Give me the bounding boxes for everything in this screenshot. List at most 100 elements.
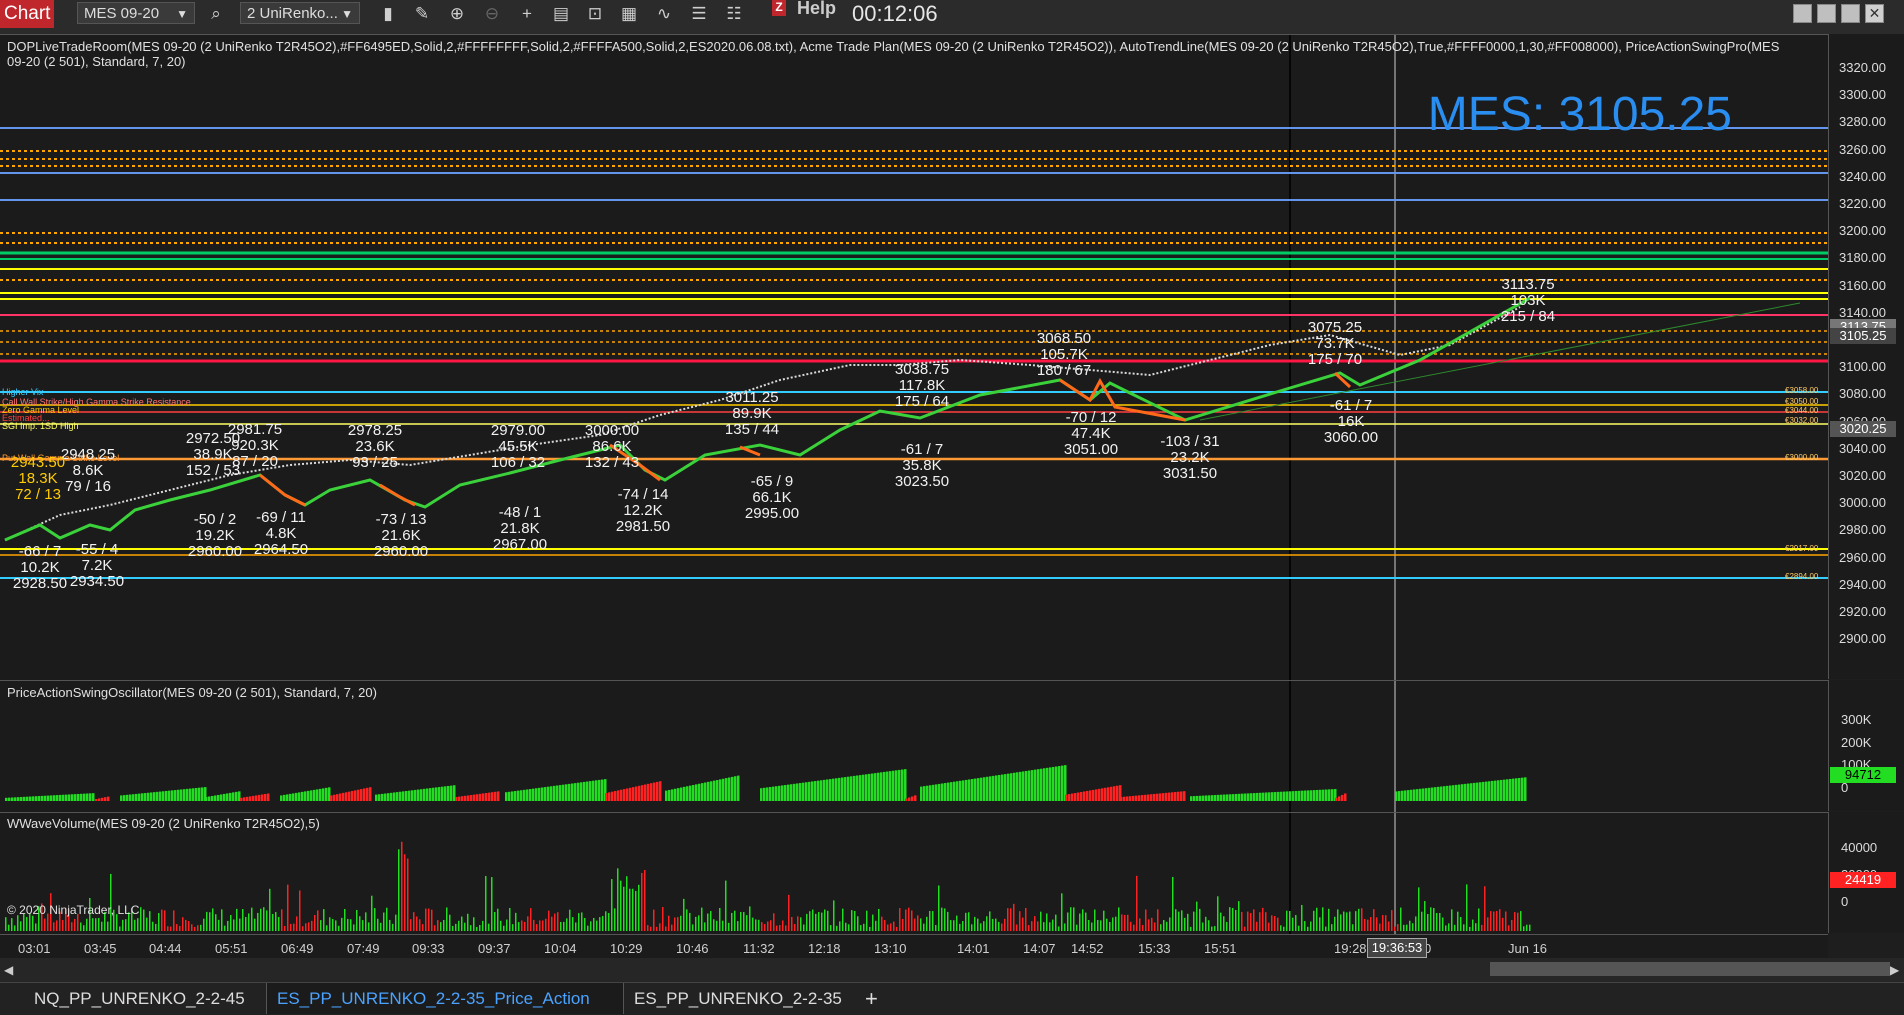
properties-icon[interactable]: ▤ [549, 3, 573, 25]
horizontal-scrollbar[interactable]: ◀ ▶ [0, 958, 1904, 982]
oscillator-bar [577, 782, 580, 801]
scroll-right-icon[interactable]: ▶ [1890, 963, 1899, 977]
volume-bar [845, 922, 847, 931]
oscillator-bar [141, 793, 144, 801]
tab-es[interactable]: ES_PP_UNRENKO_2-2-35 [624, 983, 856, 1014]
swing-label: 3113.75 103K 215 / 84 [1500, 276, 1556, 325]
oscillator-bar [841, 777, 844, 801]
volume-bar [851, 910, 853, 931]
oscillator-bar [53, 795, 56, 801]
volume-bar [194, 926, 196, 931]
volume-bar [806, 913, 808, 931]
price-axis[interactable]: 3320.00 3300.00 3280.00 3260.00 3240.00 3220.… [1828, 34, 1904, 679]
volume-bar [203, 918, 205, 931]
oscillator-bar [444, 786, 447, 801]
help-z-icon[interactable]: Z [772, 0, 786, 16]
bar-style-icon[interactable]: ▮ [376, 3, 400, 25]
scroll-left-icon[interactable]: ◀ [4, 963, 13, 977]
volume-bar [659, 923, 661, 931]
volume-bar [1205, 916, 1207, 931]
volume-bar [134, 919, 136, 931]
zoom-out-icon[interactable]: ⊖ [480, 3, 504, 25]
volume-bar [560, 921, 562, 931]
oscillator-bar [1443, 786, 1446, 801]
oscillator-bar [402, 791, 405, 801]
volume-bar [1499, 909, 1501, 931]
oscillator-bar [805, 782, 808, 801]
volume-bar [992, 918, 994, 931]
oscillator-pane[interactable]: PriceActionSwingOscillator(MES 09-20 (2 … [0, 680, 1895, 812]
volume-bar [830, 925, 832, 931]
minimize-button[interactable] [1793, 4, 1812, 23]
volume-bar [809, 911, 811, 931]
indicators-icon[interactable]: ∿ [652, 3, 676, 25]
oscillator-axis[interactable]: 300K 200K 100K 0 [1828, 680, 1904, 811]
oscillator-bar [710, 781, 713, 801]
oscillator-bar [420, 789, 423, 801]
volume-bar [1520, 911, 1522, 931]
oscillator-bar [1446, 785, 1449, 801]
oscillator-bar [992, 775, 995, 801]
oscillator-bar [432, 787, 435, 801]
volume-bar [881, 916, 883, 931]
volume-bar [1118, 907, 1120, 931]
oscillator-bar [695, 784, 698, 801]
chart-trader-icon[interactable]: ▦ [617, 3, 641, 25]
close-button[interactable]: ✕ [1865, 4, 1884, 23]
scroll-thumb[interactable] [1490, 962, 1890, 976]
zoom-in-icon[interactable]: ⊕ [445, 3, 469, 25]
oscillator-bar [313, 789, 316, 801]
templates-icon[interactable]: ⊡ [583, 3, 607, 25]
chart-menu-button[interactable]: Chart [0, 0, 54, 28]
oscillator-bar [1473, 782, 1476, 801]
volume-bar [1025, 907, 1027, 931]
volume-pane[interactable]: WWaveVolume(MES 09-20 (2 UniRenko T2R45O… [0, 812, 1828, 934]
strategies-icon[interactable]: ☰ [687, 3, 711, 25]
volume-bar [266, 910, 268, 931]
volume-bar [932, 911, 934, 931]
oscillator-bar [319, 788, 322, 801]
big-price-display: MES: 3105.25 [1427, 88, 1732, 141]
search-icon[interactable]: ⌕ [204, 3, 228, 25]
volume-bar [710, 911, 712, 931]
volume-bar [794, 924, 796, 931]
volume-bar [101, 921, 103, 931]
zone-right-label: €2894.00 [1785, 572, 1819, 581]
volume-bar [1103, 910, 1105, 931]
data-box-icon[interactable]: ☷ [722, 3, 746, 25]
add-tab-button[interactable]: + [858, 983, 890, 1014]
price-pane[interactable]: DOPLiveTradeRoom(MES 09-20 (2 UniRenko T… [0, 34, 1895, 680]
oscillator-bar [787, 784, 790, 801]
oscillator-bar [470, 795, 473, 801]
oscillator-bar [1010, 773, 1013, 801]
volume-bar [1442, 917, 1444, 931]
drawing-tool-icon[interactable]: ✎ [410, 3, 434, 25]
oscillator-bar [701, 783, 704, 801]
volume-bar [386, 907, 388, 931]
time-axis[interactable]: 03:01 03:45 04:44 05:51 06:49 07:49 09:33 09:37… [0, 934, 1828, 959]
oscillator-bar [144, 793, 147, 801]
volume-bar [884, 919, 886, 931]
volume-bar [476, 926, 478, 931]
volume-bar [86, 918, 88, 931]
volume-bar [431, 909, 433, 931]
tab-es-price-action[interactable]: ES_PP_UNRENKO_2-2-35_Price_Action [266, 983, 624, 1014]
volume-bar [380, 922, 382, 931]
oscillator-bar [223, 793, 226, 801]
maximize-button[interactable] [1841, 4, 1860, 23]
volume-bar [737, 921, 739, 931]
crosshair-icon[interactable]: + [515, 3, 539, 25]
oscillator-bar [1244, 793, 1247, 801]
volume-bar [179, 925, 181, 931]
volume-bar [503, 925, 505, 931]
oscillator-bar [1110, 786, 1113, 801]
time-tick: 03:01 [18, 941, 51, 956]
tab-nq[interactable]: NQ_PP_UNRENKO_2-2-45 [24, 983, 264, 1014]
volume-bar [911, 910, 913, 931]
instrument-selector[interactable]: MES 09-20 ▼ [77, 2, 195, 24]
bar-type-selector[interactable]: 2 UniRenko... ▼ [240, 2, 360, 24]
price-tick: 2920.00 [1839, 604, 1886, 619]
volume-bar [779, 925, 781, 931]
restore-button[interactable] [1817, 4, 1836, 23]
help-menu[interactable]: Help [797, 0, 836, 19]
